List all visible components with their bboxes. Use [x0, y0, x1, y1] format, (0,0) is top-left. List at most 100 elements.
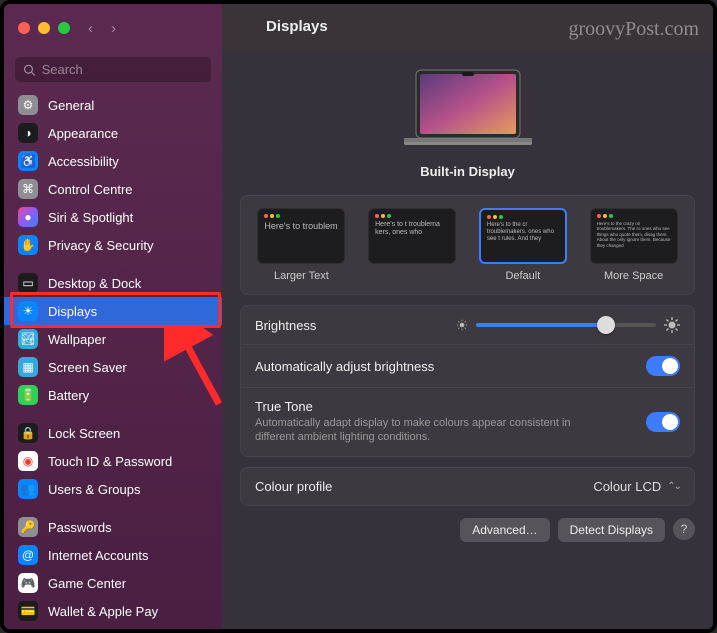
- sidebar-item-users-groups[interactable]: 👥 Users & Groups: [4, 475, 222, 503]
- accessibility-icon: ♿: [18, 151, 38, 171]
- colour-profile-panel: Colour profile Colour LCD ⌃⌄: [240, 467, 695, 506]
- page-title: Displays: [266, 18, 328, 35]
- close-icon[interactable]: [18, 22, 30, 34]
- sidebar-item-control-centre[interactable]: ⌘ Control Centre: [4, 175, 222, 203]
- display-preview: Built-in Display: [240, 62, 695, 185]
- sidebar-list: ⚙ General ◑ Appearance ♿ Accessibility ⌘ Con…: [4, 91, 222, 629]
- help-button[interactable]: ?: [673, 518, 695, 540]
- siri-icon: ●: [18, 207, 38, 227]
- system-settings-window: ‹ › Displays groovyPost.com ⚙ General ◑ Ap…: [0, 0, 717, 633]
- sidebar-item-label: Siri & Spotlight: [48, 210, 133, 225]
- sidebar-item-desktop-dock[interactable]: ▭ Desktop & Dock: [4, 269, 222, 297]
- sidebar-item-label: Privacy & Security: [48, 238, 153, 253]
- display-name: Built-in Display: [420, 164, 515, 179]
- resolution-option-more-space[interactable]: Here's to the crazy on troublemakers. Th…: [585, 208, 682, 282]
- sidebar-item-label: Screen Saver: [48, 360, 127, 375]
- back-button[interactable]: ‹: [88, 20, 93, 37]
- control-centre-icon: ⌘: [18, 179, 38, 199]
- search-field[interactable]: [42, 62, 203, 77]
- sidebar-item-label: Users & Groups: [48, 482, 140, 497]
- sidebar-item-label: Control Centre: [48, 182, 133, 197]
- sidebar-item-label: Wallet & Apple Pay: [48, 604, 158, 619]
- colour-profile-value: Colour LCD: [593, 479, 661, 494]
- true-tone-toggle[interactable]: [646, 412, 680, 432]
- wallet-icon: 💳: [18, 601, 38, 621]
- sidebar-item-game-center[interactable]: 🎮 Game Center: [4, 569, 222, 597]
- search-icon: [23, 63, 36, 77]
- auto-brightness-toggle[interactable]: [646, 356, 680, 376]
- sidebar-item-wallet[interactable]: 💳 Wallet & Apple Pay: [4, 597, 222, 625]
- sidebar-item-label: Appearance: [48, 126, 118, 141]
- main-content: Built-in Display Here's to troublem Larg…: [222, 52, 713, 629]
- sidebar-item-siri[interactable]: ● Siri & Spotlight: [4, 203, 222, 231]
- titlebar: ‹ › Displays groovyPost.com: [4, 4, 713, 52]
- watermark: groovyPost.com: [568, 18, 699, 41]
- brightness-slider[interactable]: [476, 323, 656, 327]
- window-controls: [18, 22, 70, 34]
- detect-displays-button[interactable]: Detect Displays: [558, 518, 665, 542]
- advanced-button[interactable]: Advanced…: [460, 518, 549, 542]
- displays-icon: ☀: [18, 301, 38, 321]
- privacy-icon: ✋: [18, 235, 38, 255]
- desktop-dock-icon: ▭: [18, 273, 38, 293]
- screen-saver-icon: ▦: [18, 357, 38, 377]
- sun-large-icon: [664, 317, 680, 333]
- search-input[interactable]: [14, 56, 212, 83]
- sidebar-item-accessibility[interactable]: ♿ Accessibility: [4, 147, 222, 175]
- sidebar-item-passwords[interactable]: 🔑 Passwords: [4, 513, 222, 541]
- sidebar-item-displays[interactable]: ☀ Displays: [4, 297, 222, 325]
- resolution-option-larger-text[interactable]: Here's to troublem Larger Text: [253, 208, 350, 282]
- touch-id-icon: ◉: [18, 451, 38, 471]
- users-groups-icon: 👥: [18, 479, 38, 499]
- sidebar-item-touch-id[interactable]: ◉ Touch ID & Password: [4, 447, 222, 475]
- sidebar-item-label: General: [48, 98, 94, 113]
- nav-arrows: ‹ ›: [88, 20, 116, 37]
- sidebar-item-lock-screen[interactable]: 🔒 Lock Screen: [4, 419, 222, 447]
- chevron-updown-icon: ⌃⌄: [667, 481, 680, 492]
- resolution-option-medium[interactable]: Here's to t troublema kers, ones who: [364, 208, 461, 282]
- internet-accounts-icon: @: [18, 545, 38, 565]
- battery-icon: 🔋: [18, 385, 38, 405]
- sidebar-item-label: Battery: [48, 388, 89, 403]
- gear-icon: ⚙: [18, 95, 38, 115]
- sidebar-item-privacy[interactable]: ✋ Privacy & Security: [4, 231, 222, 259]
- forward-button[interactable]: ›: [111, 20, 116, 37]
- brightness-label: Brightness: [255, 318, 316, 333]
- footer-buttons: Advanced… Detect Displays ?: [240, 516, 695, 542]
- sidebar-item-internet-accounts[interactable]: @Internet Accounts: [4, 541, 222, 569]
- sidebar-item-label: Game Center: [48, 576, 126, 591]
- game-center-icon: 🎮: [18, 573, 38, 593]
- sidebar-item-label: Desktop & Dock: [48, 276, 141, 291]
- resolution-option-default[interactable]: Here's to the cr troublemakers. ones who…: [475, 208, 572, 282]
- passwords-icon: 🔑: [18, 517, 38, 537]
- appearance-icon: ◑: [18, 123, 38, 143]
- sidebar: ⚙ General ◑ Appearance ♿ Accessibility ⌘ Con…: [4, 52, 222, 629]
- sidebar-item-label: Passwords: [48, 520, 112, 535]
- resolution-label: Larger Text: [274, 270, 329, 282]
- sidebar-item-screen-saver[interactable]: ▦ Screen Saver: [4, 353, 222, 381]
- colour-profile-select[interactable]: Colour LCD ⌃⌄: [593, 479, 680, 494]
- wallpaper-icon: 🏞: [18, 329, 38, 349]
- sidebar-item-label: Displays: [48, 304, 97, 319]
- sidebar-item-label: Accessibility: [48, 154, 119, 169]
- true-tone-description: Automatically adapt display to make colo…: [255, 416, 595, 445]
- brightness-panel: Brightness Automatically adjust brightne…: [240, 305, 695, 457]
- zoom-icon[interactable]: [58, 22, 70, 34]
- auto-brightness-label: Automatically adjust brightness: [255, 359, 434, 374]
- minimize-icon[interactable]: [38, 22, 50, 34]
- true-tone-label: True Tone: [255, 399, 595, 414]
- sidebar-item-appearance[interactable]: ◑ Appearance: [4, 119, 222, 147]
- resolution-label: More Space: [604, 270, 663, 282]
- sidebar-item-battery[interactable]: 🔋 Battery: [4, 381, 222, 409]
- laptop-icon: [398, 66, 538, 156]
- sun-small-icon: [456, 319, 468, 331]
- lock-screen-icon: 🔒: [18, 423, 38, 443]
- sidebar-item-general[interactable]: ⚙ General: [4, 91, 222, 119]
- colour-profile-label: Colour profile: [255, 479, 332, 494]
- sidebar-item-label: Lock Screen: [48, 426, 120, 441]
- resolution-label: Default: [505, 270, 540, 282]
- resolution-panel: Here's to troublem Larger Text Here's to…: [240, 195, 695, 295]
- sidebar-item-label: Touch ID & Password: [48, 454, 172, 469]
- sidebar-item-wallpaper[interactable]: 🏞 Wallpaper: [4, 325, 222, 353]
- sidebar-item-label: Wallpaper: [48, 332, 106, 347]
